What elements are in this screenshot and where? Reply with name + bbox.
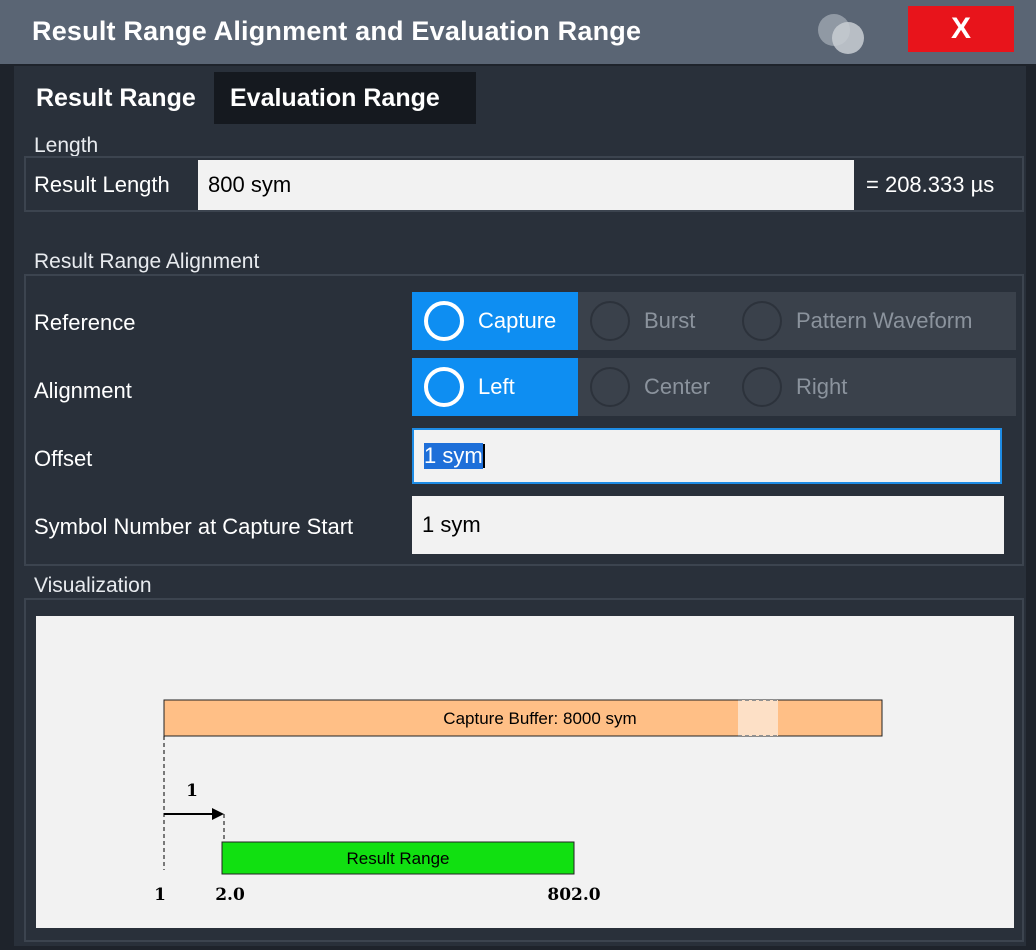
visualization-section-label: Visualization	[34, 574, 152, 597]
dialog-title: Result Range Alignment and Evaluation Ra…	[32, 16, 642, 46]
alignment-option-left[interactable]: Left	[412, 358, 578, 416]
tab-evaluation-range[interactable]: Evaluation Range	[214, 72, 476, 124]
symbol-number-value: 1 sym	[422, 512, 481, 537]
offset-arrow-head	[212, 808, 224, 820]
alignment-option-right[interactable]: Right	[730, 358, 1016, 416]
alignment-option-center[interactable]: Center	[578, 358, 730, 416]
radio-empty-icon	[590, 301, 630, 341]
length-section-label: Length	[34, 134, 99, 157]
capture-buffer-label: Capture Buffer: 8000 sym	[443, 709, 636, 728]
offset-label: 1	[186, 781, 198, 801]
alignment-radio-group: Left Center Right	[412, 358, 1016, 416]
result-length-value: 800 sym	[208, 172, 292, 197]
offset-input[interactable]: 1 sym	[412, 428, 1002, 484]
visualization-panel: Capture Buffer: 8000 sym 1 Result Range …	[36, 616, 1014, 928]
result-length-label: Result Length	[34, 172, 170, 197]
radio-empty-icon	[742, 301, 782, 341]
result-length-input[interactable]: 800 sym	[198, 160, 854, 210]
radio-selected-icon	[424, 367, 464, 407]
range-start-label: 2.0	[215, 885, 245, 905]
reference-label: Reference	[34, 310, 136, 335]
reference-option-burst[interactable]: Burst	[578, 292, 730, 350]
offset-value: 1 sym	[424, 443, 483, 469]
symbol-number-input[interactable]: 1 sym	[412, 496, 1004, 554]
visualization-diagram: Capture Buffer: 8000 sym 1 Result Range …	[154, 699, 883, 905]
symbol-number-label: Symbol Number at Capture Start	[34, 514, 354, 539]
text-cursor	[482, 444, 485, 468]
tab-result-range[interactable]: Result Range	[20, 72, 214, 124]
reference-radio-group: Capture Burst Pattern Waveform	[412, 292, 1016, 350]
offset-label: Offset	[34, 446, 93, 471]
start-label: 1	[154, 885, 166, 905]
radio-empty-icon	[742, 367, 782, 407]
help-icon[interactable]	[810, 8, 872, 58]
alignment-section-label: Result Range Alignment	[34, 250, 260, 273]
radio-selected-icon	[424, 301, 464, 341]
capture-buffer-gap	[738, 700, 778, 736]
result-range-label: Result Range	[346, 849, 449, 868]
alignment-label: Alignment	[34, 378, 132, 403]
reference-option-pattern-waveform[interactable]: Pattern Waveform	[730, 292, 1016, 350]
radio-empty-icon	[590, 367, 630, 407]
result-length-time: = 208.333 µs	[866, 172, 995, 197]
title-bar: Result Range Alignment and Evaluation Ra…	[0, 0, 1036, 64]
range-end-label: 802.0	[547, 885, 600, 905]
reference-option-capture[interactable]: Capture	[412, 292, 578, 350]
close-button[interactable]: X	[908, 6, 1014, 52]
